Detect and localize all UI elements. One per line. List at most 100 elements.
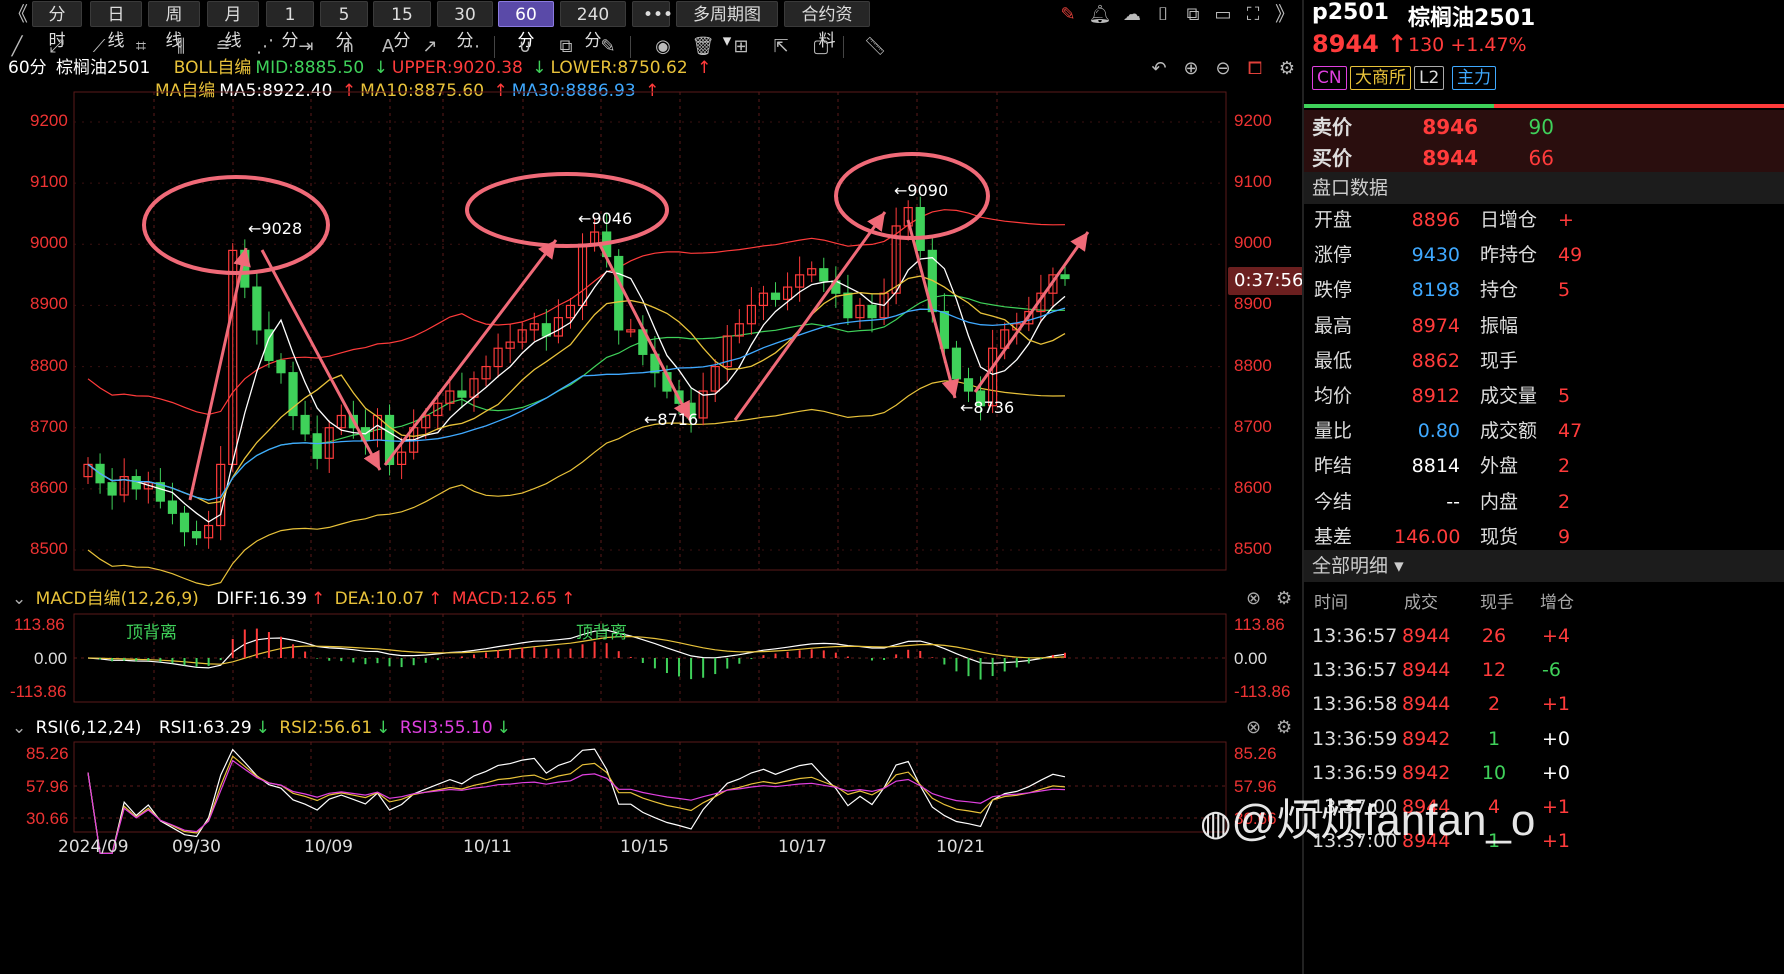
rsi3-line <box>87 759 1066 854</box>
trade-time: 13:36:57 <box>1312 659 1398 682</box>
field-label: 跌停 <box>1314 279 1353 302</box>
market-data-row: 基差 146.00 现货 9 <box>1304 520 1784 554</box>
candle-down <box>770 292 781 300</box>
detail-column-header: 增仓 <box>1540 593 1574 613</box>
level-badge[interactable]: L2 <box>1414 66 1445 90</box>
last-price-value: 8944 <box>1312 30 1379 58</box>
candle-down <box>252 286 262 331</box>
field-value: 49 <box>1558 244 1583 267</box>
date-label: 10/21 <box>936 837 985 857</box>
candle-down <box>300 414 310 435</box>
chevron-down-icon: ▾ <box>1394 555 1404 577</box>
candle-down <box>167 500 178 514</box>
collapse-icon[interactable]: ⌄ <box>12 589 26 609</box>
macd-axis-top-left: 113.86 <box>14 615 65 634</box>
rsi-axis-mid-left: 57.96 <box>26 777 69 796</box>
candle-down <box>276 359 286 374</box>
boll-mid-line <box>87 294 1066 501</box>
rsi3-value: RSI3:55.10 <box>399 718 493 738</box>
indicator-settings-icon[interactable]: ⚙ <box>1276 717 1292 738</box>
highlight-ellipse <box>465 172 669 248</box>
field-value: 9430 <box>1411 244 1460 267</box>
field-value: 146.00 <box>1394 525 1461 548</box>
market-badge: CN <box>1312 66 1347 90</box>
date-label: 09/30 <box>172 837 221 857</box>
candle-down <box>457 390 467 398</box>
trough-label-2: ←8736 <box>960 398 1015 417</box>
trade-detail-row: 13:36:57 8944 26 +4 <box>1304 620 1784 652</box>
field-label: 持仓 <box>1480 279 1519 302</box>
date-label: 10/17 <box>778 837 827 857</box>
rsi-axis-top-left: 85.26 <box>26 744 69 763</box>
arrow-down-icon: ↓ <box>376 718 391 738</box>
boll-lines <box>87 209 1066 587</box>
trade-oi-change: +1 <box>1542 796 1571 818</box>
close-indicator-icon[interactable]: ⊗ <box>1246 588 1261 609</box>
rsi-name[interactable]: RSI(6,12,24) <box>36 718 142 738</box>
trend-arrow <box>973 231 1090 393</box>
trade-detail-section[interactable]: 全部明细 ▾ <box>1304 550 1784 582</box>
collapse-icon[interactable]: ⌄ <box>12 718 26 738</box>
trade-price: 8942 <box>1402 727 1451 750</box>
peak-label-3: ←9090 <box>894 181 949 200</box>
exchange-badge: 大商所 <box>1350 66 1411 90</box>
bid-ask-ratio-green <box>1304 104 1494 108</box>
macd-name[interactable]: MACD自编(12,26,9) <box>36 589 199 609</box>
ask-label: 卖价 <box>1312 115 1352 139</box>
field-label: 开盘 <box>1314 209 1353 231</box>
field-value: 2 <box>1558 455 1571 478</box>
candle-down <box>107 482 117 496</box>
field-label: 外盘 <box>1480 455 1519 478</box>
market-data-row: 均价 8912 成交量 5 <box>1304 379 1784 413</box>
trend-arrow <box>733 211 887 421</box>
candle-down <box>867 304 877 319</box>
bar-countdown: 0:37:56 <box>1228 267 1310 295</box>
field-label: 量比 <box>1314 420 1353 443</box>
candle-down <box>951 347 962 380</box>
date-label: 10/15 <box>620 837 669 857</box>
price-tick-left: 9200 <box>30 111 68 130</box>
price-tick-left: 8800 <box>30 355 68 375</box>
market-data-row: 涨停 9430 昨持仓 49 <box>1304 238 1784 272</box>
detail-column-header: 成交 <box>1404 593 1438 613</box>
divergence-note-2: 顶背离 <box>576 623 627 643</box>
macd-axis-bottom-left: -113.86 <box>10 682 67 701</box>
bid-price: 8944 <box>1422 146 1478 170</box>
field-label: 内盘 <box>1480 490 1519 513</box>
trade-volume: 2 <box>1487 693 1501 716</box>
rsi2-value: RSI2:56.61 <box>279 718 373 738</box>
trough-label-1: ←8716 <box>644 410 699 429</box>
field-value: 8198 <box>1411 279 1460 302</box>
price-tick-left: 8600 <box>30 477 68 497</box>
trade-oi-change: +1 <box>1542 830 1571 853</box>
field-value: 8814 <box>1411 455 1460 478</box>
price-tick-right: 8800 <box>1234 355 1272 375</box>
macd-diff: DIFF:16.39 <box>216 589 307 609</box>
price-tick-left: 8900 <box>30 294 68 314</box>
field-label: 涨停 <box>1314 244 1353 267</box>
field-value: 9 <box>1558 525 1571 548</box>
price-tick-left: 9100 <box>30 172 68 192</box>
candle-down <box>963 378 974 392</box>
bid-volume: 66 <box>1528 146 1554 170</box>
macd-axis-zero-left: 0.00 <box>34 649 68 668</box>
price-tick-right: 9200 <box>1234 111 1272 130</box>
trade-time: 13:36:57 <box>1312 625 1398 647</box>
price-tick-left: 9000 <box>30 233 68 253</box>
field-label: 最低 <box>1314 349 1353 372</box>
field-value: 5 <box>1558 385 1571 407</box>
close-indicator-icon[interactable]: ⊗ <box>1246 717 1261 738</box>
macd-dea: DEA:10.07 <box>334 589 425 609</box>
indicator-settings-icon[interactable]: ⚙ <box>1276 588 1292 609</box>
trade-price: 8944 <box>1402 659 1451 682</box>
trade-volume: 1 <box>1487 727 1501 750</box>
rsi-plot <box>87 748 1066 854</box>
price-tick-left: 8500 <box>30 539 68 558</box>
field-label: 日增仓 <box>1480 209 1538 231</box>
market-data-section[interactable]: 盘口数据 <box>1304 172 1784 204</box>
trade-price: 8944 <box>1402 625 1451 647</box>
field-value: 0.80 <box>1417 420 1460 443</box>
macd-axis-top-right: 113.86 <box>1234 615 1285 634</box>
field-label: 现手 <box>1480 349 1519 372</box>
field-label: 最高 <box>1314 314 1353 337</box>
